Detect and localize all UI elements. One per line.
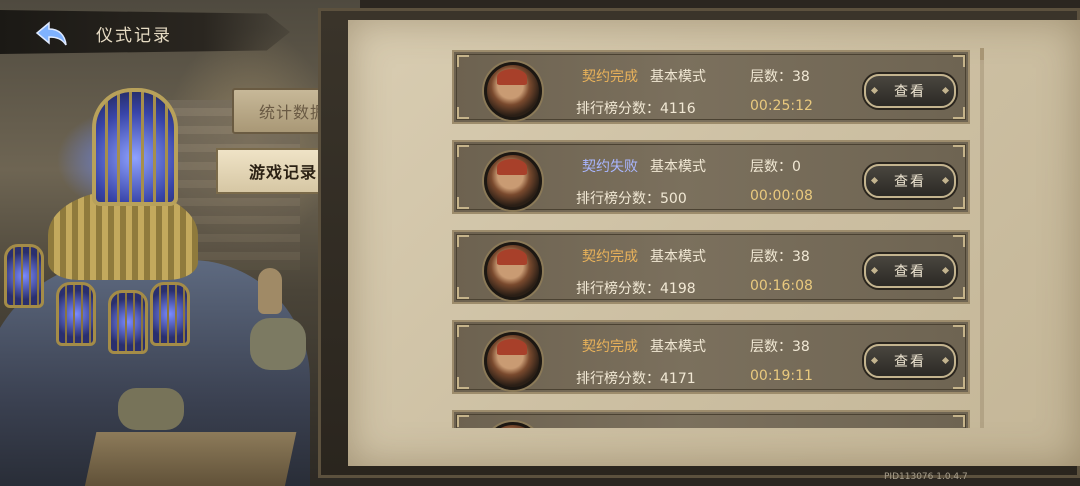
corner-ornament: [457, 55, 469, 67]
record-floors: 层数：0: [750, 159, 801, 175]
owl-figure: [258, 268, 282, 314]
record-mode: 基本模式: [650, 426, 706, 428]
character-avatar: [484, 332, 542, 390]
view-button[interactable]: 查看: [864, 254, 956, 288]
corner-ornament: [953, 415, 965, 427]
corner-ornament: [457, 325, 469, 337]
record-score: 排行榜分数：4198: [576, 281, 696, 297]
view-button-label: 查看: [894, 84, 926, 100]
record-status: 契约失败: [582, 159, 638, 175]
corner-ornament: [953, 287, 965, 299]
record-status: 契约完成: [582, 249, 638, 265]
back-arrow-icon: [35, 21, 67, 46]
view-button-label: 查看: [894, 174, 926, 190]
corner-ornament: [457, 235, 469, 247]
record-score: 排行榜分数：4171: [576, 371, 696, 387]
character-avatar: [484, 62, 542, 120]
corner-ornament: [953, 55, 965, 67]
corner-ornament: [953, 377, 965, 389]
character-avatar: [484, 152, 542, 210]
scrollbar-track[interactable]: [980, 48, 984, 428]
corner-ornament: [953, 145, 965, 157]
corner-ornament: [457, 145, 469, 157]
corner-ornament: [953, 325, 965, 337]
view-button[interactable]: 查看: [864, 164, 956, 198]
record-mode: 基本模式: [650, 249, 706, 265]
open-book: [83, 432, 297, 486]
corner-ornament: [953, 197, 965, 209]
record-score: 排行榜分数：500: [576, 191, 687, 207]
character-avatar: [484, 422, 542, 428]
back-button[interactable]: [34, 20, 70, 48]
page-title: 仪式记录: [96, 26, 172, 46]
record-status: 契约完成: [582, 69, 638, 85]
corner-ornament: [953, 235, 965, 247]
hanging-lantern: [150, 282, 190, 346]
hanging-lantern: [4, 244, 44, 308]
view-button[interactable]: 查看: [864, 344, 956, 378]
view-button-label: 查看: [894, 354, 926, 370]
record-score: 排行榜分数：4116: [576, 101, 696, 117]
records-list[interactable]: 契约完成 基本模式 层数：38 排行榜分数：4116 00:25:12 查看 契约失败 基本模…: [452, 50, 972, 428]
record-mode: 基本模式: [650, 339, 706, 355]
record-floors: 层数：38: [750, 339, 810, 355]
record-row: 契约完成 基本模式 层数：38 排行榜分数：4198 00:16:08 查看: [452, 230, 970, 304]
tab-label: 统计数据: [258, 103, 327, 122]
avatar-hair: [497, 159, 527, 175]
build-version: PID113076 1.0.4.7: [884, 472, 968, 482]
corner-ornament: [457, 197, 469, 209]
character-avatar: [484, 242, 542, 300]
avatar-hair: [497, 339, 527, 355]
hanging-lantern: [108, 290, 148, 354]
avatar-hair: [497, 69, 527, 85]
corner-ornament: [953, 107, 965, 119]
record-mode: 基本模式: [650, 159, 706, 175]
cage-head-lantern: [92, 88, 178, 206]
corner-ornament: [457, 107, 469, 119]
corner-ornament: [457, 287, 469, 299]
record-time: 00:25:12: [750, 98, 813, 114]
record-floors: 层数：38: [750, 69, 810, 85]
record-mode: 基本模式: [650, 69, 706, 85]
record-status: 契约完成: [582, 339, 638, 355]
record-status: 契约失败: [582, 426, 638, 428]
tab-label: 游戏记录: [248, 163, 317, 182]
view-button-label: 查看: [894, 264, 926, 280]
character-hand: [118, 388, 184, 430]
record-row: 契约完成 基本模式 层数：38 排行榜分数：4171 00:19:11 查看: [452, 320, 970, 394]
character-illustration: [0, 0, 360, 486]
record-row: 契约失败 基本模式 层数：38: [452, 410, 970, 428]
character-hand: [250, 318, 306, 370]
record-time: 00:16:08: [750, 278, 813, 294]
record-row: 契约完成 基本模式 层数：38 排行榜分数：4116 00:25:12 查看: [452, 50, 970, 124]
view-button[interactable]: 查看: [864, 74, 956, 108]
record-floors: 层数：38: [750, 249, 810, 265]
record-time: 00:19:11: [750, 368, 813, 384]
record-row: 契约失败 基本模式 层数：0 排行榜分数：500 00:00:08 查看: [452, 140, 970, 214]
scrollbar-thumb[interactable]: [980, 48, 984, 60]
corner-ornament: [457, 377, 469, 389]
corner-ornament: [457, 415, 469, 427]
record-floors: 层数：38: [750, 426, 810, 428]
record-time: 00:00:08: [750, 188, 813, 204]
hanging-lantern: [56, 282, 96, 346]
avatar-hair: [497, 249, 527, 265]
